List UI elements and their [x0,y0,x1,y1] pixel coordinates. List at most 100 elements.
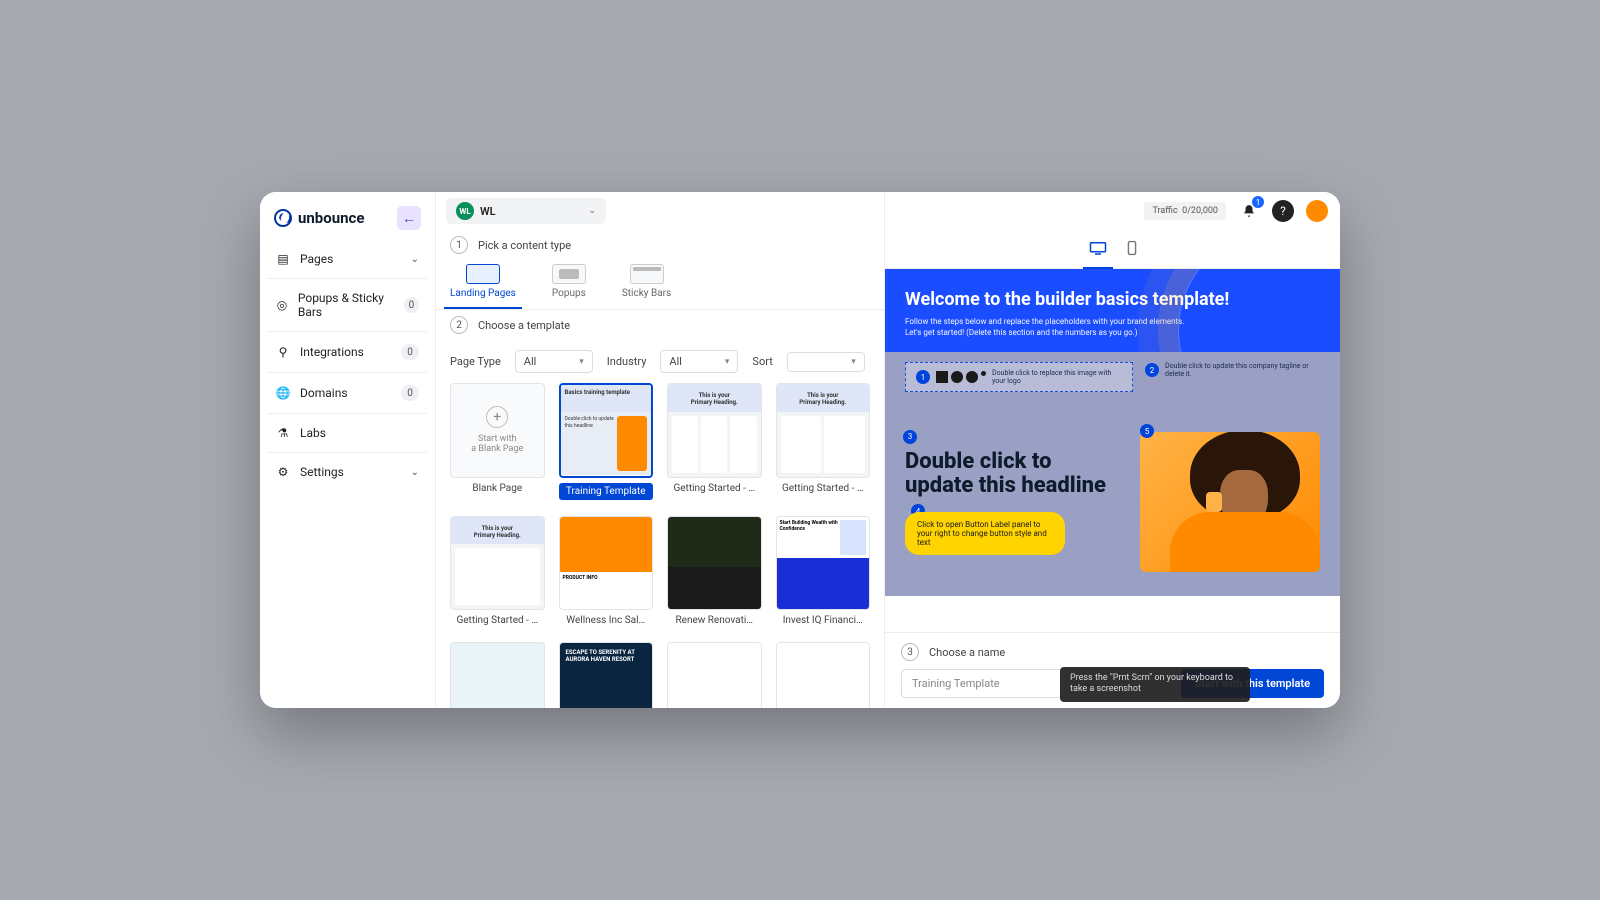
device-tabs [885,230,1340,269]
sidebar-item-label: Integrations [300,345,364,359]
mobile-tab[interactable] [1121,236,1143,268]
tab-label: Popups [552,288,586,299]
template-card[interactable] [776,642,871,708]
filter-label: Sort [752,355,772,368]
chevron-down-icon: ▾ [579,357,584,367]
sidebar-item-label: Labs [300,426,326,440]
plus-icon: + [486,406,508,428]
pages-icon: ▤ [276,252,290,266]
template-card[interactable]: Start Building Wealth with Confidence In… [776,516,871,627]
template-blank[interactable]: + Start with a Blank Page Blank Page [450,383,545,500]
collapse-sidebar-button[interactable]: ← [397,206,421,230]
logo-icon [274,209,292,227]
count-badge: 0 [401,344,419,360]
template-name: Getting Started - … [667,483,762,494]
desktop-tab[interactable] [1083,236,1113,268]
preview-logo-row: 1 Double click to replace this image wit… [885,352,1340,402]
sort-select[interactable]: ▾ [787,352,865,372]
filter-label: Page Type [450,355,501,368]
choose-name-section: 3 Choose a name Start with this template… [885,632,1340,708]
step-number: 3 [901,643,919,661]
preview-panel: Traffic 0/20,000 1 ? Welcom [885,192,1340,708]
flask-icon: ⚗ [276,426,290,440]
tab-landing-pages[interactable]: Landing Pages [450,264,516,299]
template-preview[interactable]: Welcome to the builder basics template! … [885,269,1340,632]
preview-cta-button: Click to open Button Label panel to your… [905,512,1065,555]
template-card[interactable] [667,642,762,708]
notification-count: 1 [1252,196,1264,208]
tab-popups[interactable]: Popups [552,264,586,299]
topbar-right: Traffic 0/20,000 1 ? [885,192,1340,230]
step-label: Pick a content type [478,239,571,252]
sidebar-item-popups[interactable]: ◎ Popups & Sticky Bars 0 [268,283,427,327]
landing-page-icon [466,264,500,284]
template-training[interactable]: Basics training template Double click to… [559,383,654,500]
sidebar: unbounce ← ▤ Pages ⌄ ◎ Popups & Sticky B… [260,192,436,708]
template-card[interactable]: Renew Renovati… [667,516,762,627]
screenshot-tooltip: Press the "Prnt Scrn" on your keyboard t… [1060,667,1250,702]
preview-headline: Double click to update this headline [905,450,1120,498]
sidebar-item-label: Domains [300,386,348,400]
preview-hero-image [1140,432,1320,572]
template-name: Blank Page [450,483,545,494]
logo-placeholder: 1 Double click to replace this image wit… [905,362,1133,392]
sidebar-item-settings[interactable]: ⚙ Settings ⌄ [268,457,427,487]
preview-hero: Welcome to the builder basics template! … [885,269,1340,352]
hero-title: Welcome to the builder basics template! [905,289,1320,310]
brand-name: unbounce [298,209,364,227]
template-chooser: WL WL ⌄ 1 Pick a content type Landing Pa… [436,192,885,708]
chevron-down-icon: ⌄ [411,467,419,478]
template-name: Wellness Inc Sal… [559,615,654,626]
step-label: Choose a template [478,319,570,332]
step-1-header: 1 Pick a content type [436,230,884,260]
step-number: 2 [450,316,468,334]
hero-subtitle-2: Let's get started! (Delete this section … [905,327,1320,338]
template-name: Getting Started - … [450,615,545,626]
content-type-tabs: Landing Pages Popups Sticky Bars [436,260,884,310]
count-badge: 0 [404,297,419,313]
user-menu[interactable] [1306,200,1328,222]
traffic-indicator: Traffic 0/20,000 [1144,202,1226,220]
template-card[interactable]: This is yourPrimary Heading. Getting Sta… [667,383,762,500]
sidebar-item-label: Pages [300,252,333,266]
desktop-icon [1089,241,1107,255]
sidebar-item-domains[interactable]: 🌐 Domains 0 [268,377,427,409]
tab-label: Landing Pages [450,288,516,299]
template-filters: Page Type All▾ Industry All▾ Sort ▾ [436,340,884,383]
template-name: Invest IQ Financi… [776,615,871,626]
template-card[interactable]: ESCAPE TO SERENITY AT AURORA HAVEN RESOR… [559,642,654,708]
industry-select[interactable]: All▾ [660,350,738,373]
template-grid: + Start with a Blank Page Blank Page Bas… [450,383,870,708]
sidebar-item-label: Popups & Sticky Bars [298,291,394,319]
popup-icon [552,264,586,284]
popups-icon: ◎ [276,298,288,312]
sidebar-item-label: Settings [300,465,344,479]
chevron-down-icon: ▾ [851,357,856,367]
page-type-select[interactable]: All▾ [515,350,593,373]
app-window: unbounce ← ▤ Pages ⌄ ◎ Popups & Sticky B… [260,192,1340,708]
step-label: Choose a name [929,646,1005,659]
gear-icon: ⚙ [276,465,290,479]
template-card[interactable]: This is yourPrimary Heading. Getting Sta… [776,383,871,500]
sidebar-item-labs[interactable]: ⚗ Labs [268,418,427,448]
chevron-down-icon: ⌄ [411,254,419,265]
brand-logo: unbounce ← [268,206,427,244]
template-grid-scroll[interactable]: + Start with a Blank Page Blank Page Bas… [436,383,884,708]
help-button[interactable]: ? [1272,200,1294,222]
template-card[interactable] [450,642,545,708]
sidebar-item-pages[interactable]: ▤ Pages ⌄ [268,244,427,274]
topbar: WL WL ⌄ [436,192,884,230]
tab-sticky-bars[interactable]: Sticky Bars [622,264,671,299]
mobile-icon [1127,240,1137,256]
template-card[interactable]: PRODUCT INFO Wellness Inc Sal… [559,516,654,627]
step-number: 1 [450,236,468,254]
template-name: Training Template [559,483,654,500]
template-name: Renew Renovati… [667,615,762,626]
tagline-placeholder: 2 Double click to update this company ta… [1145,362,1320,378]
workspace-switcher[interactable]: WL WL ⌄ [446,198,606,224]
template-card[interactable]: This is yourPrimary Heading. Getting Sta… [450,516,545,627]
notifications-button[interactable]: 1 [1238,200,1260,222]
sidebar-item-integrations[interactable]: ⚲ Integrations 0 [268,336,427,368]
main: WL WL ⌄ 1 Pick a content type Landing Pa… [436,192,1340,708]
workspace-avatar: WL [456,202,474,220]
